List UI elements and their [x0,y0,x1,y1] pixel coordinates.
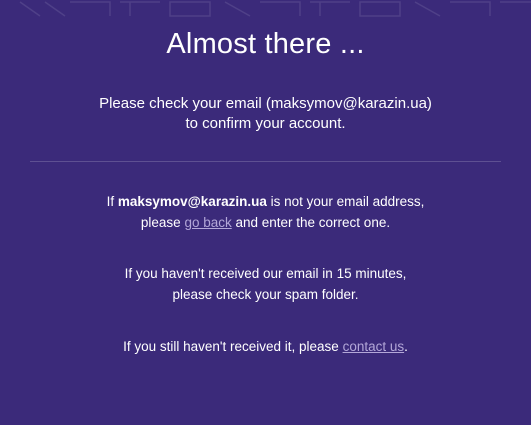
contact-notice: If you still haven't received it, please… [0,336,531,357]
wrong-email-prefix: If [106,194,118,209]
go-back-link[interactable]: go back [184,215,231,230]
confirmation-panel: Almost there ... Please check your email… [0,0,531,425]
wrong-email-line2-prefix: please [140,215,185,230]
section-divider [30,161,501,162]
spam-line-1: If you haven't received our email in 15 … [124,266,407,281]
instructions-line-1: Please check your email (maksymov@karazi… [99,95,432,112]
wrong-email-suffix: is not your email address, [266,194,425,209]
spam-line-2: please check your spam folder. [172,287,359,302]
wrong-email-line-1: If maksymov@karazin.ua is not your email… [0,191,531,212]
contact-prefix: If you still haven't received it, please [123,339,343,354]
wrong-email-notice: If maksymov@karazin.ua is not your email… [0,191,531,233]
spam-folder-notice: If you haven't received our email in 15 … [0,263,531,305]
email-address: maksymov@karazin.ua [117,194,267,209]
wrong-email-line2-suffix: and enter the correct one. [231,215,391,230]
instructions-line-2: to confirm your account. [185,115,346,132]
wrong-email-line-2: please go back and enter the correct one… [0,212,531,233]
contact-suffix: . [404,339,408,354]
contact-us-link[interactable]: contact us [343,339,405,354]
check-email-instructions: Please check your email (maksymov@karazi… [0,94,531,134]
page-title: Almost there ... [166,28,365,60]
